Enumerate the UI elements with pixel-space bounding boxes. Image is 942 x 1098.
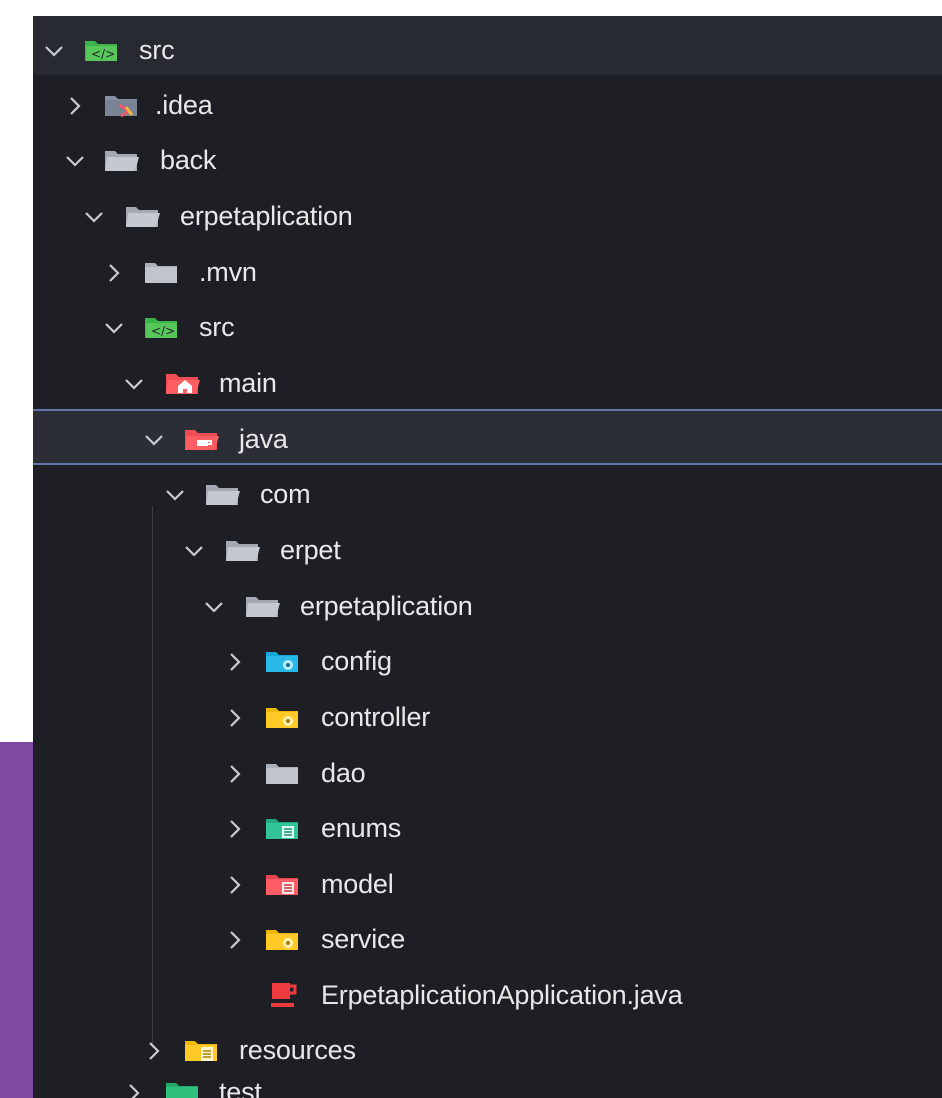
tree-item-label: main	[219, 368, 277, 398]
chevron-down-icon[interactable]	[203, 596, 225, 618]
tree-item-main[interactable]: main	[33, 355, 942, 411]
tree-item-mvn[interactable]: .mvn	[33, 244, 942, 300]
source-folder-icon: </>	[83, 36, 121, 64]
tree-item-java[interactable]: java	[33, 409, 942, 465]
tree-item-back[interactable]: back	[33, 132, 942, 188]
tree-item-erpetaplicationapplication-java[interactable]: ErpetaplicationApplication.java	[33, 967, 942, 1023]
tree-item-resources[interactable]: resources	[33, 1022, 942, 1078]
chevron-down-icon[interactable]	[183, 540, 205, 562]
chevron-right-icon[interactable]	[224, 763, 246, 785]
chevron-right-icon[interactable]	[143, 1040, 165, 1062]
tree-row-partial[interactable]: test	[33, 1082, 942, 1098]
screenshot-stage: </> src .idea back erpetaplication .mvn …	[0, 0, 942, 1098]
tree-item-service[interactable]: service	[33, 911, 942, 967]
folder-open-icon	[204, 480, 242, 508]
chevron-right-icon[interactable]	[103, 262, 125, 284]
chevron-down-icon[interactable]	[43, 40, 65, 62]
java-file-icon	[267, 978, 301, 1012]
chevron-down-icon[interactable]	[143, 429, 165, 451]
tree-item-src[interactable]: </> src	[33, 299, 942, 355]
folder-open-icon	[103, 146, 141, 174]
chevron-right-icon[interactable]	[224, 818, 246, 840]
chevron-right-icon[interactable]	[224, 874, 246, 896]
tree-item-label: resources	[239, 1035, 356, 1065]
tree-item-erpetaplication-package[interactable]: erpetaplication	[33, 578, 942, 634]
tree-item-erpetaplication[interactable]: erpetaplication	[33, 188, 942, 244]
java-folder-icon	[183, 425, 221, 453]
folder-open-icon	[224, 536, 262, 564]
chevron-right-icon[interactable]	[224, 707, 246, 729]
tree-item-label: config	[321, 646, 392, 676]
tree-item-label: .mvn	[199, 257, 257, 287]
tree-item-label: enums	[321, 813, 402, 843]
chevron-right-icon[interactable]	[224, 929, 246, 951]
tree-item-dao[interactable]: dao	[33, 745, 942, 801]
controller-folder-icon	[264, 703, 302, 731]
chevron-down-icon[interactable]	[83, 206, 105, 228]
tree-item-label: dao	[321, 758, 366, 788]
model-folder-icon	[264, 870, 302, 898]
tree-item-label: erpetaplication	[180, 201, 353, 231]
tree-item-config[interactable]: config	[33, 633, 942, 689]
file-explorer-tree[interactable]: </> src .idea back erpetaplication .mvn …	[33, 16, 942, 1098]
chevron-down-icon[interactable]	[164, 484, 186, 506]
chevron-right-icon[interactable]	[64, 95, 86, 117]
tree-item-label: src	[199, 312, 235, 342]
tree-item-label: com	[260, 479, 311, 509]
tree-item-label: controller	[321, 702, 431, 732]
tree-item-label: back	[160, 145, 217, 175]
chevron-right-icon[interactable]	[224, 651, 246, 673]
source-folder-icon: </>	[143, 313, 181, 341]
tree-item-src-root[interactable]: </> src	[33, 22, 942, 78]
tree-item-test[interactable]: test	[33, 1082, 942, 1098]
folder-icon	[143, 258, 181, 286]
tree-item-label: test	[219, 1082, 262, 1098]
tree-item-label: .idea	[155, 90, 213, 120]
config-folder-icon	[264, 647, 302, 675]
tree-item-label: src	[139, 35, 175, 65]
tree-item-label: ErpetaplicationApplication.java	[321, 980, 683, 1010]
folder-open-icon	[244, 592, 282, 620]
chevron-right-icon[interactable]	[123, 1082, 145, 1098]
side-color-panel	[0, 742, 36, 1098]
tree-item-model[interactable]: model	[33, 856, 942, 912]
main-folder-icon	[164, 369, 202, 397]
tree-item-label: model	[321, 869, 394, 899]
tree-item-label: erpetaplication	[300, 591, 473, 621]
idea-folder-icon	[103, 91, 141, 119]
tree-item-label: erpet	[280, 535, 341, 565]
tree-item-label: java	[239, 424, 288, 454]
folder-icon	[264, 759, 302, 787]
tree-item-idea[interactable]: .idea	[33, 77, 942, 133]
folder-open-icon	[124, 202, 162, 230]
service-folder-icon	[264, 925, 302, 953]
resources-folder-icon	[183, 1036, 221, 1064]
test-folder-icon	[164, 1082, 202, 1098]
chevron-down-icon[interactable]	[103, 317, 125, 339]
enums-folder-icon	[264, 814, 302, 842]
tree-item-com[interactable]: com	[33, 466, 942, 522]
chevron-down-icon[interactable]	[64, 150, 86, 172]
tree-item-controller[interactable]: controller	[33, 689, 942, 745]
tree-item-enums[interactable]: enums	[33, 800, 942, 856]
svg-text:</>: </>	[151, 324, 175, 338]
svg-text:</>: </>	[91, 47, 115, 61]
tree-item-erpet[interactable]: erpet	[33, 522, 942, 578]
tree-item-label: service	[321, 924, 406, 954]
chevron-down-icon[interactable]	[123, 373, 145, 395]
